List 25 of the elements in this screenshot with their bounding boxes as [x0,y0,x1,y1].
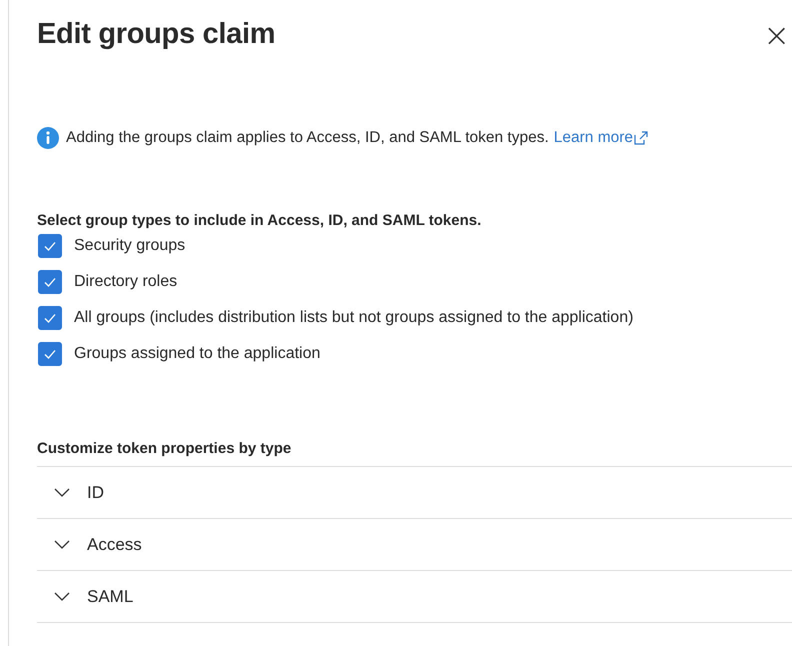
accordion-label: ID [87,482,104,502]
accordion-row[interactable]: Access [37,519,792,571]
external-link-icon [634,131,648,145]
accordion-row[interactable]: SAML [37,571,792,623]
checkbox-label: Security groups [74,237,186,255]
close-button[interactable]: × [761,18,792,50]
accordion-label: SAML [87,586,134,606]
section-heading: Select group types to include in Access, ID, and SAML tokens. [37,212,482,229]
accordion-row[interactable]: ID [37,467,792,519]
info-icon [37,127,59,149]
checkbox[interactable] [38,270,62,294]
chevron-icon [54,488,70,497]
chevron-icon [54,592,70,601]
checkbox-label: Groups assigned to the application [74,345,320,363]
checkbox[interactable] [38,306,62,330]
panel-title: Edit groups claim [37,18,276,51]
learn-more-link[interactable]: Learn more [554,129,634,147]
checkbox-label: All groups (includes distribution lists but not groups assigned to the application) [74,309,634,327]
info-text: Adding the groups claim applies to Access, ID, and SAML token types. [66,129,549,147]
checkbox[interactable] [38,342,62,366]
checkbox[interactable] [38,234,62,258]
accordion-label: Access [87,534,142,554]
section-heading: Customize token properties by type [37,440,292,457]
chevron-icon [54,540,70,549]
checkbox-label: Directory roles [74,273,178,291]
